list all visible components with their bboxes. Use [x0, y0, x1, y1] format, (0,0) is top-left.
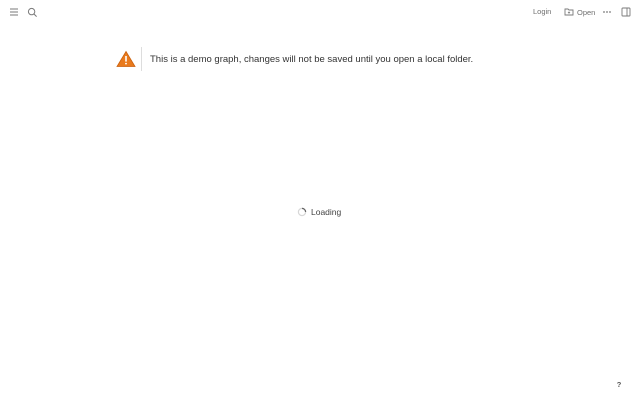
right-sidebar-icon[interactable]: [618, 4, 634, 20]
top-bar: Login Open: [0, 0, 640, 24]
spinner-icon: [297, 207, 307, 217]
notice-divider: [141, 47, 142, 71]
open-button[interactable]: Open: [564, 4, 595, 20]
help-button[interactable]: ?: [612, 377, 626, 391]
menu-icon[interactable]: [6, 4, 22, 20]
folder-open-icon: [564, 7, 574, 18]
open-label: Open: [577, 7, 596, 17]
login-button[interactable]: Login: [533, 4, 551, 20]
notice-text: This is a demo graph, changes will not b…: [150, 53, 474, 65]
loading-indicator: Loading: [297, 205, 341, 219]
app-window: Login Open This is a demo graph, changes…: [0, 0, 640, 400]
more-horizontal-icon[interactable]: [599, 4, 615, 20]
search-icon[interactable]: [24, 4, 40, 20]
warning-icon: [116, 50, 136, 68]
loading-text: Loading: [311, 207, 342, 217]
demo-notice: This is a demo graph, changes will not b…: [116, 47, 473, 71]
